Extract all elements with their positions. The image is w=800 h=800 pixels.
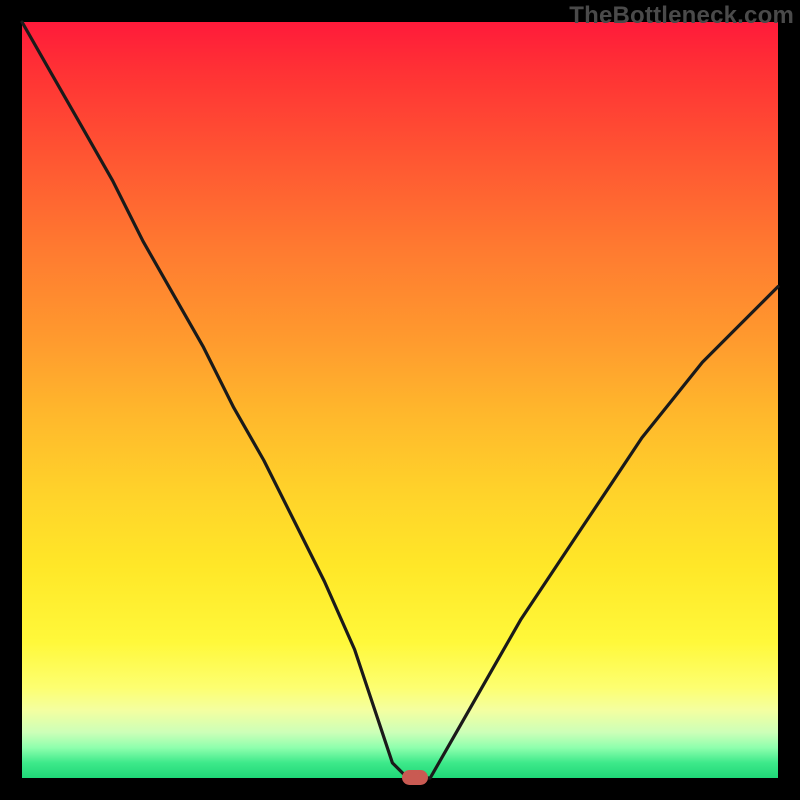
- bottleneck-curve: [22, 22, 778, 778]
- watermark-text: TheBottleneck.com: [569, 2, 794, 30]
- chart-frame: TheBottleneck.com: [0, 0, 800, 800]
- optimum-marker: [402, 770, 428, 785]
